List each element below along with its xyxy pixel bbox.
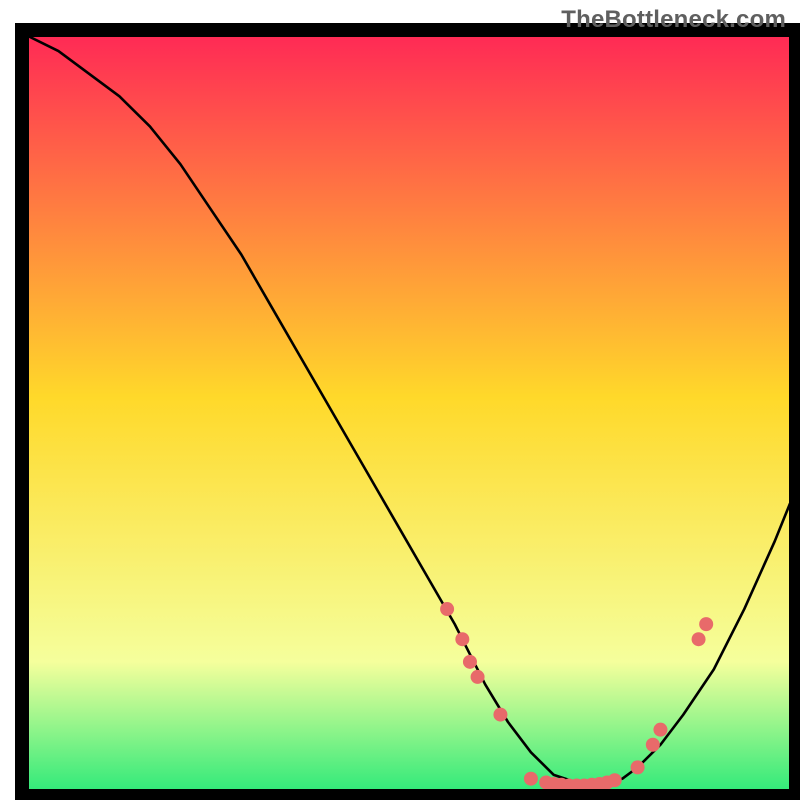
data-marker (608, 773, 622, 787)
data-marker (440, 602, 454, 616)
data-marker (455, 632, 469, 646)
data-marker (524, 772, 538, 786)
chart-frame: TheBottleneck.com (0, 0, 800, 800)
data-marker (631, 760, 645, 774)
data-marker (699, 617, 713, 631)
plot-background (28, 36, 790, 790)
data-marker (493, 708, 507, 722)
data-marker (653, 723, 667, 737)
watermark-text: TheBottleneck.com (561, 6, 786, 34)
data-marker (463, 655, 477, 669)
data-marker (471, 670, 485, 684)
data-marker (646, 738, 660, 752)
bottleneck-chart (0, 0, 800, 800)
data-marker (692, 632, 706, 646)
